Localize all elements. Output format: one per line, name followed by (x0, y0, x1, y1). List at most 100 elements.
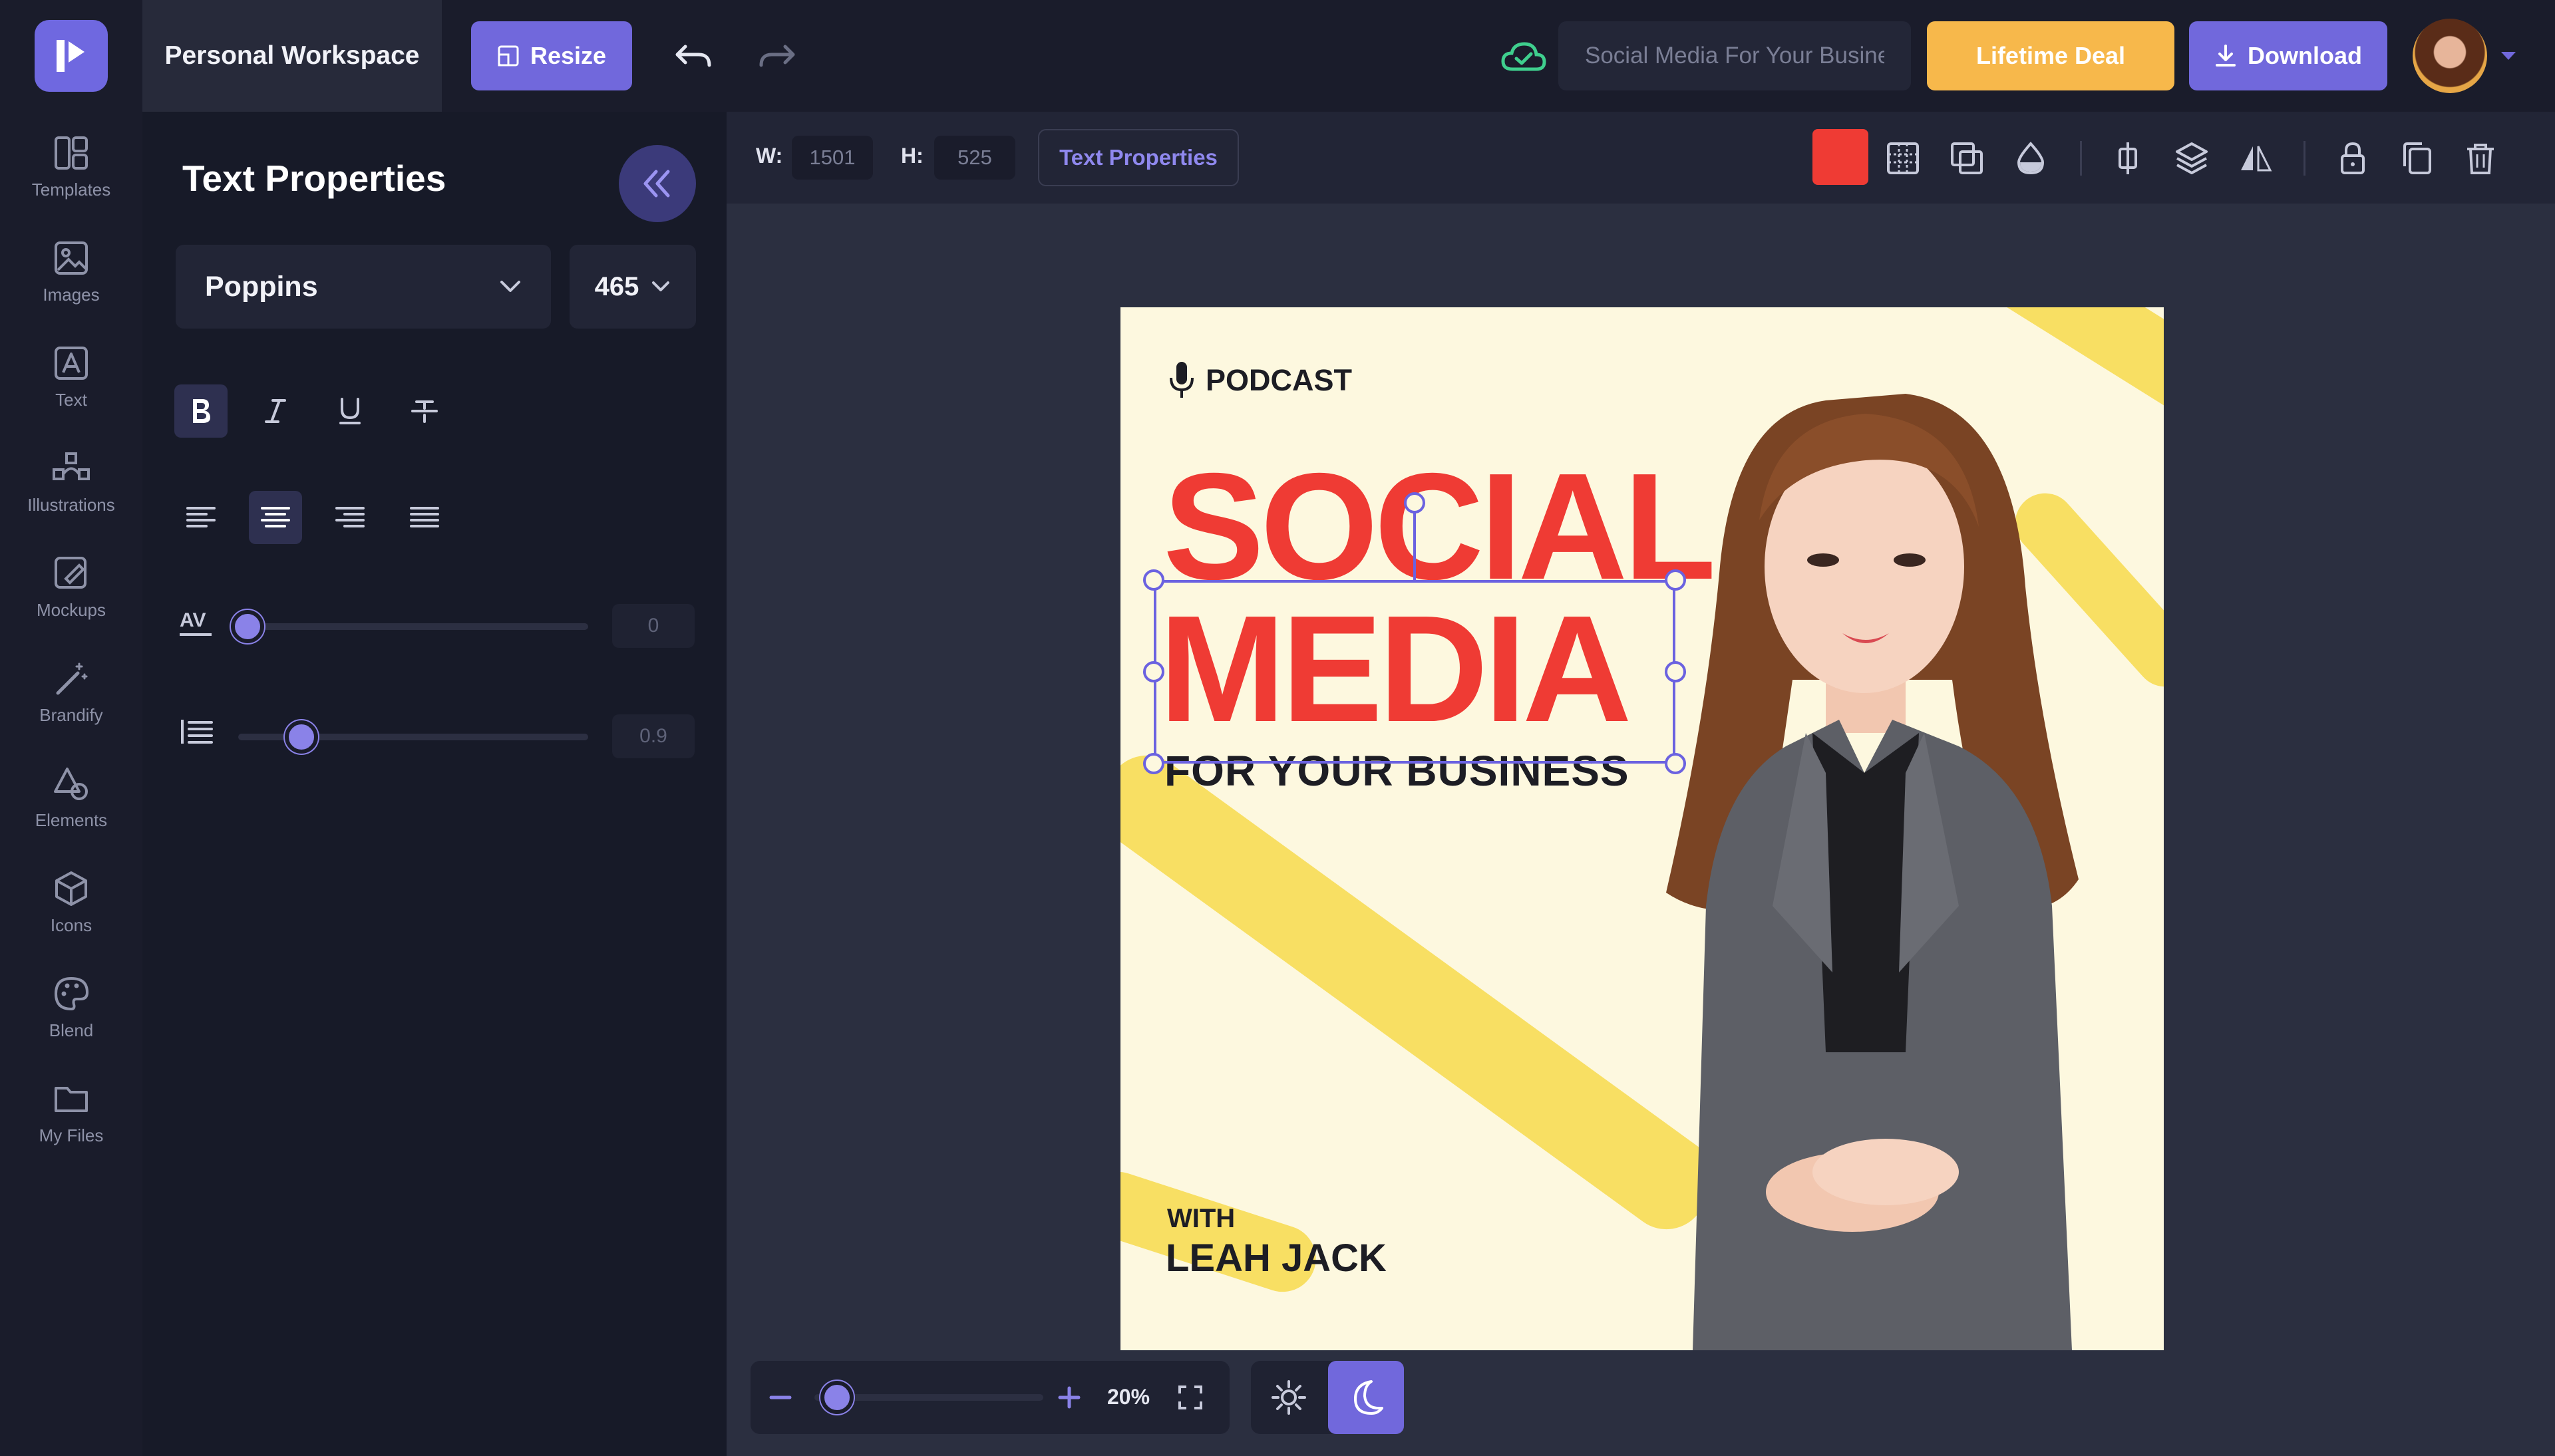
collapse-panel-button[interactable] (619, 145, 696, 222)
duplicate-button[interactable] (2393, 134, 2441, 182)
sidebar-item-my-files[interactable]: My Files (0, 1063, 142, 1163)
zoom-slider-thumb[interactable] (820, 1381, 854, 1414)
font-size-value: 465 (594, 271, 639, 301)
text-properties-panel: Text Properties Poppins 465 AV 0 0.9 (142, 112, 727, 1456)
layers-button[interactable] (2168, 134, 2216, 182)
flip-button[interactable] (2232, 134, 2280, 182)
sidebar-item-mockups[interactable]: Mockups (0, 537, 142, 637)
download-button[interactable]: Download (2189, 21, 2387, 90)
mockups-icon (55, 556, 86, 589)
sidebar-item-icons[interactable]: Icons (0, 853, 142, 952)
text-color-swatch[interactable] (1812, 129, 1868, 185)
illustrations-icon (53, 452, 90, 480)
host-name[interactable]: LEAH JACK (1166, 1236, 1387, 1280)
lifetime-deal-button[interactable]: Lifetime Deal (1927, 21, 2174, 90)
bold-button[interactable] (174, 384, 228, 438)
height-label: H: (901, 144, 924, 168)
with-label[interactable]: WITH (1167, 1204, 1235, 1234)
microphone-icon (1170, 362, 1194, 398)
position-button[interactable] (1943, 134, 1991, 182)
lock-button[interactable] (2329, 134, 2377, 182)
opacity-button[interactable] (2007, 134, 2055, 182)
workspace-switcher[interactable]: Personal Workspace (142, 0, 442, 112)
zoom-level: 20% (1107, 1385, 1150, 1409)
height-input[interactable]: 525 (934, 136, 1015, 180)
line-height-icon (178, 717, 218, 750)
undo-icon (675, 45, 711, 67)
fit-screen-button[interactable] (1174, 1381, 1207, 1414)
sidebar-item-text[interactable]: Text (0, 327, 142, 427)
top-bar: Personal Workspace Resize Lifetime Deal (0, 0, 2555, 112)
strikethrough-icon (411, 400, 438, 423)
redo-button[interactable] (751, 32, 804, 80)
resize-handle[interactable] (1143, 753, 1164, 774)
resize-button[interactable]: Resize (471, 21, 632, 90)
resize-handle[interactable] (1143, 569, 1164, 591)
dark-mode-button[interactable] (1328, 1361, 1404, 1434)
width-input[interactable]: 1501 (792, 136, 873, 180)
align-left-button[interactable] (174, 491, 228, 544)
rotate-handle[interactable] (1404, 492, 1425, 513)
sun-icon (1272, 1380, 1306, 1415)
sidebar-item-brandify[interactable]: Brandify (0, 643, 142, 742)
zoom-in-button[interactable] (1053, 1381, 1086, 1414)
delete-button[interactable] (2457, 134, 2504, 182)
grid-button[interactable] (1879, 134, 1927, 182)
palette-icon (54, 976, 89, 1010)
app-logo[interactable] (35, 20, 108, 92)
resize-handle[interactable] (1143, 661, 1164, 682)
letter-spacing-slider-thumb[interactable] (231, 610, 264, 643)
user-avatar[interactable] (2413, 19, 2487, 93)
svg-text:AV: AV (180, 609, 206, 631)
sidebar-item-templates[interactable]: Templates (0, 117, 142, 217)
resize-handle[interactable] (1665, 661, 1686, 682)
sidebar-rail: Templates Images Text Illustrations Mock… (0, 112, 142, 1456)
flip-icon (2241, 146, 2272, 172)
letter-spacing-value[interactable]: 0 (612, 604, 695, 648)
context-toolbar: W: 1501 H: 525 Text Properties (727, 112, 2555, 204)
resize-handle[interactable] (1665, 753, 1686, 774)
cloud-saved-icon (1497, 36, 1550, 78)
font-size-select[interactable]: 465 (570, 245, 696, 329)
font-family-select[interactable]: Poppins (176, 245, 551, 329)
chevron-down-icon[interactable] (2495, 43, 2522, 69)
lock-icon (2341, 142, 2365, 174)
undo-button[interactable] (667, 32, 720, 80)
selection-box[interactable] (1154, 580, 1675, 764)
document-title-input[interactable] (1558, 21, 1911, 90)
chevron-down-icon (500, 281, 520, 292)
align-right-button[interactable] (323, 491, 377, 544)
design-canvas[interactable]: PODCAST SOCIAL MEDIA FOR YOUR BUSINESS W… (1120, 307, 2164, 1350)
align-button[interactable] (2104, 134, 2152, 182)
download-label: Download (2248, 42, 2362, 69)
sidebar-item-label: My Files (39, 1125, 104, 1145)
italic-icon (265, 399, 286, 423)
sidebar-item-blend[interactable]: Blend (0, 958, 142, 1058)
width-label: W: (756, 144, 783, 168)
align-vertical-icon (2119, 142, 2137, 174)
resize-handle[interactable] (1665, 569, 1686, 591)
line-height-value[interactable]: 0.9 (612, 714, 695, 758)
strikethrough-button[interactable] (398, 384, 451, 438)
align-justify-button[interactable] (398, 491, 451, 544)
sidebar-item-label: Text (55, 389, 87, 410)
letter-spacing-slider[interactable] (248, 623, 588, 630)
expand-icon (1178, 1385, 1202, 1409)
letter-spacing-icon: AV (177, 605, 217, 645)
light-mode-button[interactable] (1260, 1369, 1317, 1426)
sidebar-item-elements[interactable]: Elements (0, 748, 142, 847)
sidebar-item-images[interactable]: Images (0, 222, 142, 322)
zoom-out-button[interactable] (764, 1381, 797, 1414)
underline-button[interactable] (323, 384, 377, 438)
align-center-button[interactable] (249, 491, 302, 544)
sidebar-item-label: Illustrations (27, 494, 115, 515)
plus-icon (1058, 1386, 1081, 1409)
templates-icon (55, 136, 88, 170)
italic-button[interactable] (249, 384, 302, 438)
copy-icon (2403, 142, 2431, 174)
sidebar-item-illustrations[interactable]: Illustrations (0, 432, 142, 532)
line-height-slider-thumb[interactable] (284, 720, 318, 754)
text-properties-tab[interactable]: Text Properties (1038, 129, 1239, 186)
sidebar-item-label: Templates (31, 179, 111, 200)
bold-icon (193, 399, 210, 423)
